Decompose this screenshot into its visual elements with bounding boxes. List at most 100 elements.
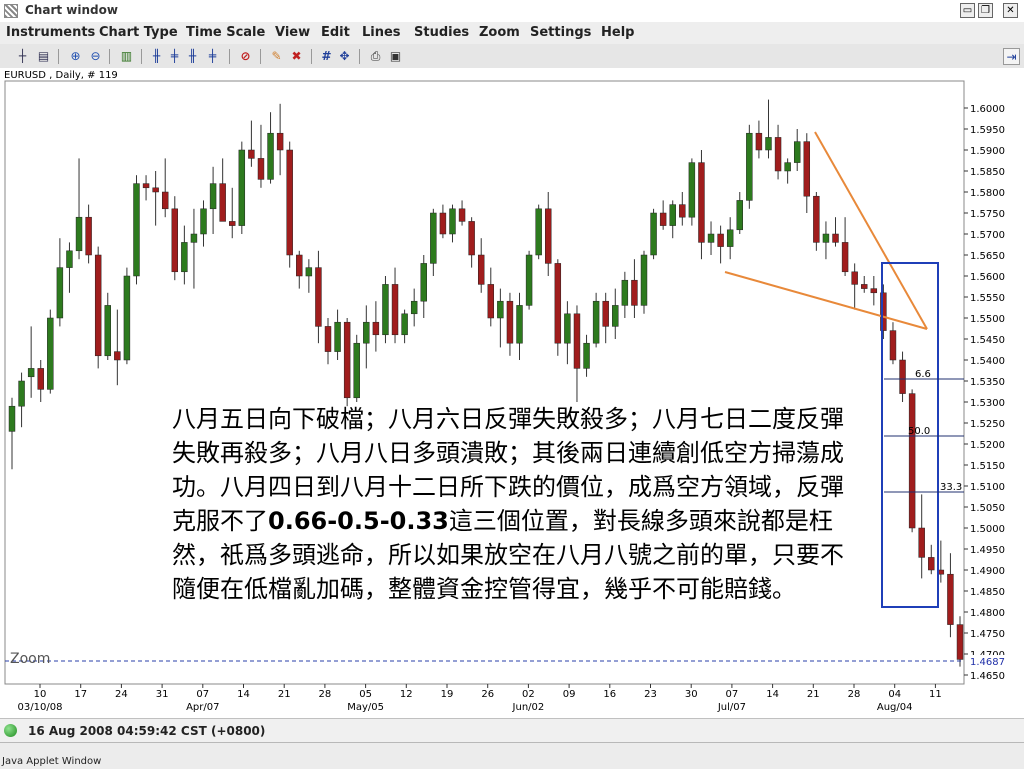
menu-chart-type[interactable]: Chart Type: [99, 25, 178, 40]
candle-body: [592, 300, 600, 344]
restore-icon[interactable]: ❐: [978, 3, 993, 18]
candle-body: [640, 254, 648, 306]
x-month-label: Aug/04: [877, 702, 913, 713]
candle-body: [650, 212, 657, 256]
candle-body: [554, 263, 562, 344]
candle-body: [296, 254, 303, 277]
candle-body: [918, 527, 925, 558]
candle-body: [343, 321, 351, 399]
grid-icon[interactable]: #: [318, 48, 335, 65]
x-tick-label: 19: [441, 689, 454, 700]
x-tick-label: 04: [888, 689, 901, 700]
chart-panel: EURUSD , Daily, # 119 1.6000 1.5950 1.5900…: [0, 68, 1024, 718]
line-chart-icon[interactable]: ╪: [204, 48, 221, 65]
zoom-out-icon[interactable]: ⊖: [87, 48, 104, 65]
menu-studies[interactable]: Studies: [414, 25, 469, 40]
candle-body: [947, 573, 954, 625]
candle-body: [324, 326, 332, 352]
candle-body: [133, 183, 140, 277]
y-tick-label: 1.5750: [970, 209, 1005, 220]
y-tick-label: 1.5950: [970, 125, 1005, 136]
candle-body: [573, 313, 581, 369]
y-tick-label: 1.5900: [970, 146, 1005, 157]
candle-body: [75, 216, 83, 252]
x-tick-label: 21: [278, 689, 291, 700]
candle-body: [545, 208, 552, 264]
candle-body: [123, 275, 131, 361]
dock-icon[interactable]: ⇥: [1003, 48, 1020, 65]
y-tick-label: 1.5850: [970, 167, 1005, 178]
candle-body: [219, 183, 226, 222]
candle-body: [516, 305, 523, 344]
candle-body: [736, 200, 743, 231]
menu-settings[interactable]: Settings: [530, 25, 591, 40]
y-tick-label: 1.5800: [970, 188, 1005, 199]
candle-body: [420, 263, 427, 302]
candle-body: [200, 208, 207, 235]
candle-body: [487, 284, 495, 319]
x-tick-label: 05: [359, 689, 372, 700]
y-tick-label: 1.5150: [970, 461, 1005, 472]
fib-label-33: 33.3: [940, 482, 962, 493]
x-tick-label: 10: [34, 689, 47, 700]
y-tick-label: 1.5250: [970, 419, 1005, 430]
title-bar: Chart window ▭ ❐ ✕: [0, 0, 1024, 23]
candle-body: [85, 216, 92, 256]
zoom-in-icon[interactable]: ⊕: [67, 48, 84, 65]
menu-zoom[interactable]: Zoom: [479, 25, 520, 40]
candle-body: [449, 208, 456, 235]
candle-body: [851, 271, 858, 285]
ohlc-icon[interactable]: ╪: [166, 48, 183, 65]
candle-body: [659, 212, 667, 226]
menu-view[interactable]: View: [275, 25, 310, 40]
candle-body: [315, 267, 322, 327]
candle-body: [774, 137, 782, 172]
ohlc-alt-icon[interactable]: ╫: [184, 48, 201, 65]
candle-body: [784, 162, 791, 172]
delete-icon[interactable]: ✖: [288, 48, 305, 65]
candle-body: [755, 132, 763, 151]
close-icon[interactable]: ✕: [1003, 3, 1018, 18]
menu-edit[interactable]: Edit: [321, 25, 350, 40]
eraser-icon[interactable]: ✎: [268, 48, 285, 65]
y-tick-label: 1.5350: [970, 377, 1005, 388]
x-tick-label: 09: [563, 689, 576, 700]
x-month-label: Jun/02: [512, 702, 545, 713]
candle-body: [870, 288, 878, 294]
y-tick-label: 1.5000: [970, 524, 1005, 535]
current-price-label: 1.4687: [970, 657, 1005, 668]
crosshair-icon[interactable]: ┼: [14, 48, 31, 65]
rows-icon[interactable]: ▤: [35, 48, 52, 65]
pan-icon[interactable]: ✥: [336, 48, 353, 65]
menu-help[interactable]: Help: [601, 25, 634, 40]
x-month-label: Jul/07: [717, 702, 746, 713]
candle-body: [238, 149, 246, 226]
print-icon[interactable]: ⎙: [367, 48, 384, 65]
menu-time-scale[interactable]: Time Scale: [186, 25, 265, 40]
y-tick-label: 1.5050: [970, 503, 1005, 514]
candle-body: [458, 208, 466, 222]
candle-body: [679, 204, 686, 218]
candle-body: [142, 183, 150, 189]
price-chart[interactable]: 1.6000 1.5950 1.5900 1.5850 1.5800 1.5750 1.57…: [0, 68, 1024, 718]
no-draw-icon[interactable]: ⊘: [237, 48, 254, 65]
zoom-label[interactable]: Zoom: [10, 651, 50, 667]
x-tick-label: 28: [848, 689, 861, 700]
x-tick-label: 26: [481, 689, 494, 700]
candle-body: [94, 254, 102, 357]
y-tick-label: 1.5600: [970, 272, 1005, 283]
x-tick-label: 12: [400, 689, 413, 700]
candle-body: [353, 342, 360, 399]
x-month-label: 03/10/08: [18, 702, 63, 713]
menu-instruments[interactable]: Instruments: [6, 25, 95, 40]
candles-icon[interactable]: ╫: [148, 48, 165, 65]
bar-chart-icon[interactable]: ▥: [118, 48, 135, 65]
print-preview-icon[interactable]: ▣: [387, 48, 404, 65]
y-tick-label: 1.5100: [970, 482, 1005, 493]
x-tick-label: 31: [156, 689, 169, 700]
minimize-icon[interactable]: ▭: [960, 3, 975, 18]
candle-body: [726, 229, 734, 247]
candle-body: [765, 137, 772, 151]
y-tick-label: 1.4950: [970, 545, 1005, 556]
menu-lines[interactable]: Lines: [362, 25, 401, 40]
